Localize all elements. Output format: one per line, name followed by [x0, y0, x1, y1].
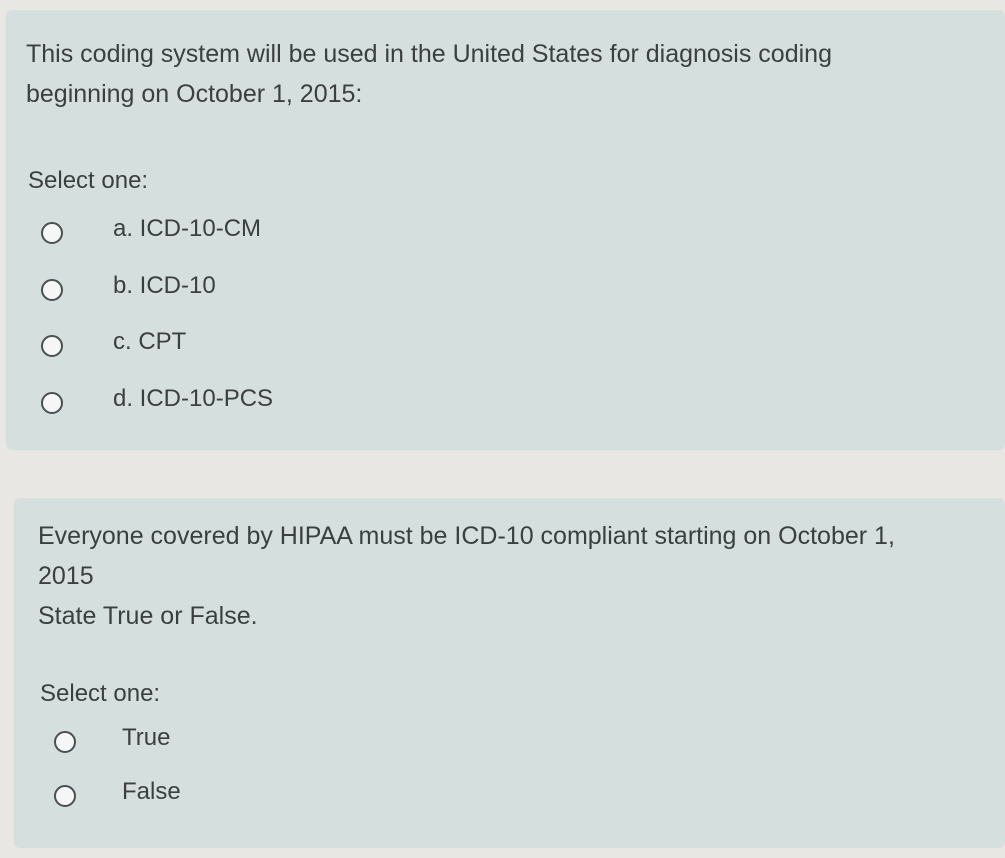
question-card-1: This coding system will be used in the U… [6, 10, 1005, 450]
answer-label[interactable]: True [122, 724, 170, 752]
question-text-line: This coding system will be used in the U… [26, 40, 832, 68]
radio-button-icon[interactable] [41, 279, 63, 301]
select-one-prompt: Select one: [40, 680, 161, 707]
answer-label[interactable]: d. ICD-10-PCS [113, 385, 273, 413]
answer-option-d[interactable]: d. ICD-10-PCS [41, 383, 461, 423]
radio-button-icon[interactable] [54, 731, 76, 753]
select-one-prompt: Select one: [28, 167, 149, 194]
question-text-line: 2015 [38, 562, 94, 590]
answer-label[interactable]: a. ICD-10-CM [113, 215, 261, 243]
question-text-line: State True or False. [38, 602, 258, 630]
answer-option-b[interactable]: b. ICD-10 [41, 270, 461, 310]
question-text: This coding system will be used in the U… [26, 34, 966, 114]
question-text-line: beginning on October 1, 2015: [26, 80, 363, 108]
question-text: Everyone covered by HIPAA must be ICD-10… [38, 516, 988, 636]
question-card-2: Everyone covered by HIPAA must be ICD-10… [14, 498, 1005, 848]
answer-option-false[interactable]: False [54, 776, 354, 816]
radio-button-icon[interactable] [41, 222, 63, 244]
answer-label[interactable]: b. ICD-10 [113, 272, 216, 300]
answer-option-true[interactable]: True [54, 722, 354, 762]
answer-option-c[interactable]: c. CPT [41, 326, 461, 366]
question-text-line: Everyone covered by HIPAA must be ICD-10… [38, 522, 895, 550]
answer-label[interactable]: c. CPT [113, 328, 186, 356]
radio-button-icon[interactable] [41, 335, 63, 357]
answer-label[interactable]: False [122, 778, 181, 806]
answer-option-a[interactable]: a. ICD-10-CM [41, 213, 461, 253]
radio-button-icon[interactable] [41, 392, 63, 414]
radio-button-icon[interactable] [54, 785, 76, 807]
